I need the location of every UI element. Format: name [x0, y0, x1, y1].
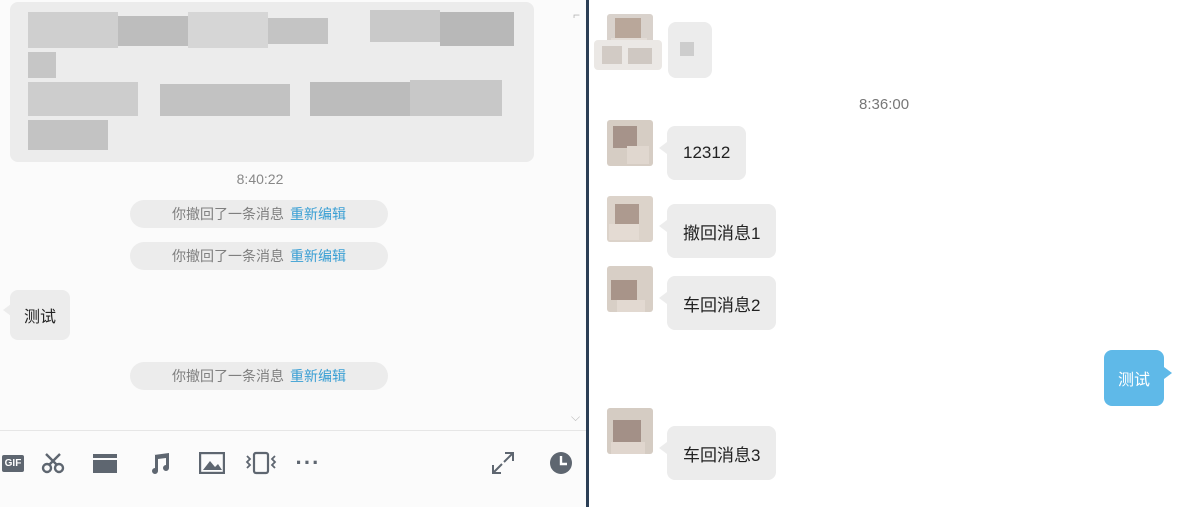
blurred-message-bubble [668, 22, 712, 78]
re-edit-link[interactable]: 重新编辑 [290, 204, 346, 224]
scroll-down-mark-icon: ⌵ [571, 410, 581, 424]
avatar [607, 196, 653, 242]
left-chat-pane: 8:40:22 你撤回了一条消息 重新编辑 你撤回了一条消息 重新编辑 测试 你… [0, 0, 586, 507]
recall-text: 你撤回了一条消息 [172, 248, 284, 264]
message-bubble: 车回消息2 [658, 276, 777, 330]
message-bubble: 车回消息3 [658, 426, 777, 480]
blurred-message-bubble [10, 2, 534, 162]
message-bubble: 撤回消息1 [658, 204, 777, 258]
re-edit-link[interactable]: 重新编辑 [290, 246, 346, 266]
expand-icon[interactable] [488, 448, 518, 478]
recall-text: 你撤回了一条消息 [172, 206, 284, 222]
recall-text: 你撤回了一条消息 [172, 368, 284, 384]
scroll-up-mark-icon: ⌐ [573, 8, 581, 22]
message-timestamp: 8:36:00 [859, 96, 910, 113]
scissors-icon[interactable] [38, 448, 68, 478]
more-icon[interactable]: ··· [290, 448, 326, 478]
right-chat-pane: 8:36:00 12312 撤回消息1 车回消息2 测试 车回消息3 [589, 0, 1181, 507]
incoming-message-bubble: 测试 [2, 290, 71, 340]
gif-icon[interactable]: GIF [0, 448, 26, 478]
outgoing-message-bubble: 测试 [1104, 350, 1172, 406]
history-clock-icon[interactable] [546, 448, 576, 478]
avatar [607, 120, 653, 166]
recall-notice: 你撤回了一条消息 重新编辑 [130, 362, 388, 390]
avatar [607, 408, 653, 454]
avatar [607, 266, 653, 312]
folder-icon[interactable] [90, 448, 120, 478]
screen-shake-icon[interactable] [243, 448, 279, 478]
message-bubble: 12312 [658, 126, 747, 180]
re-edit-link[interactable]: 重新编辑 [290, 366, 346, 386]
input-toolbar: GIF ··· [0, 430, 586, 508]
message-timestamp: 8:40:22 [236, 171, 284, 187]
recall-notice: 你撤回了一条消息 重新编辑 [130, 242, 388, 270]
image-icon[interactable] [197, 448, 227, 478]
music-icon[interactable] [146, 448, 176, 478]
blurred-name [594, 40, 662, 70]
recall-notice: 你撤回了一条消息 重新编辑 [130, 200, 388, 228]
